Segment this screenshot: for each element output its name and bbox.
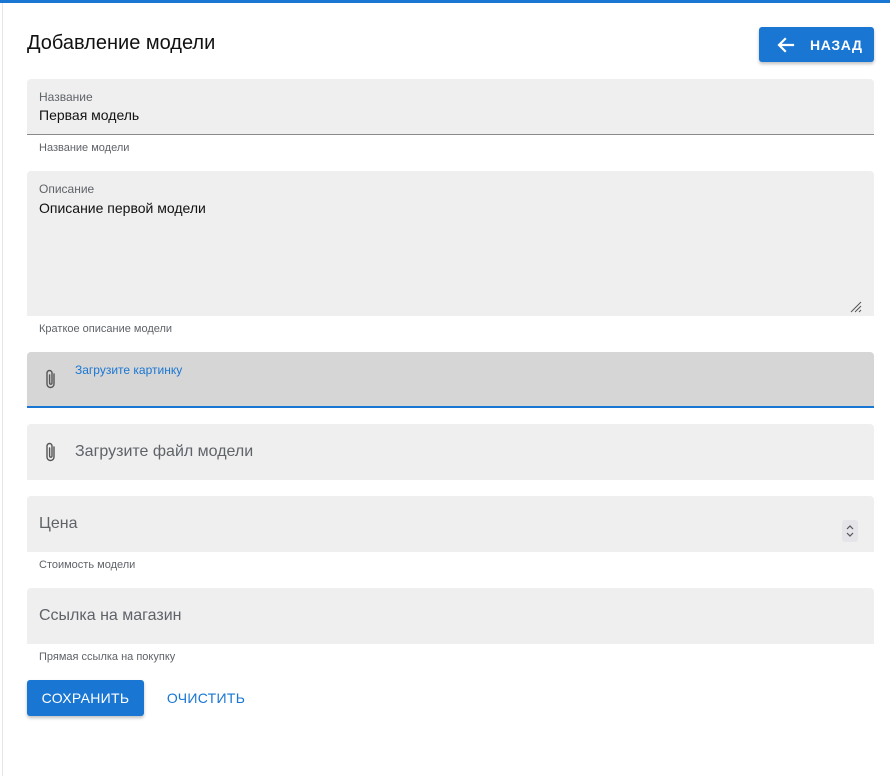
shop-link-hint: Прямая ссылка на покупку [39,651,176,663]
save-button[interactable]: СОХРАНИТЬ [27,680,144,716]
shop-link-placeholder: Ссылка на магазин [39,607,182,624]
price-placeholder: Цена [39,515,78,532]
clear-button[interactable]: ОЧИСТИТЬ [159,680,253,716]
description-hint: Краткое описание модели [39,323,173,335]
name-field-label: Название [39,90,93,104]
back-button[interactable]: НАЗАД [759,27,874,62]
shop-link-input[interactable]: Ссылка на магазин [27,588,874,644]
model-file-placeholder: Загрузите файл модели [75,443,254,460]
price-input[interactable]: Цена [27,496,874,552]
name-field[interactable]: Название Первая модель [27,79,874,135]
paperclip-icon [44,441,58,463]
name-field-hint: Название модели [39,142,130,154]
image-upload-field[interactable]: Загрузите картинку [27,352,874,408]
image-upload-label: Загрузите картинку [75,363,183,377]
price-hint: Стоимость модели [39,559,136,571]
spinner-icon[interactable] [842,520,858,542]
add-model-card: Добавление модели НАЗАД Название Первая … [3,3,890,776]
page-title: Добавление модели [27,32,216,54]
arrow-left-icon [777,36,795,54]
name-field-value: Первая модель [39,107,140,123]
resize-handle-icon[interactable] [850,300,862,313]
model-file-upload-field[interactable]: Загрузите файл модели [27,424,874,480]
description-label: Описание [39,182,95,196]
description-value: Описание первой модели [39,200,206,216]
paperclip-icon [44,368,58,390]
description-textarea[interactable]: Описание Описание первой модели [27,171,874,316]
back-button-label: НАЗАД [810,36,863,53]
